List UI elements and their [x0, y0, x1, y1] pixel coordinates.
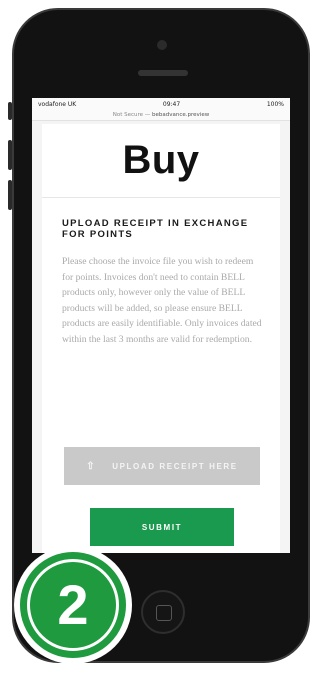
home-square-icon — [156, 605, 172, 621]
submit-button-label: SUBMIT — [141, 522, 183, 532]
divider — [42, 197, 280, 198]
volume-up-button — [8, 140, 12, 170]
section-heading: UPLOAD RECEIPT IN EXCHANGE FOR POINTS — [62, 218, 249, 240]
status-bar: vodafone UK 09:47 100% — [32, 98, 290, 110]
phone-screen: vodafone UK 09:47 100% Not Secure — beba… — [32, 98, 290, 553]
battery-label: 100% — [266, 100, 284, 108]
step-badge: 2 — [14, 546, 132, 664]
content-card: Buy UPLOAD RECEIPT IN EXCHANGE FOR POINT… — [42, 124, 280, 553]
mute-switch — [8, 102, 12, 120]
step-badge-fill: 2 — [20, 552, 126, 658]
earpiece-speaker — [138, 70, 188, 76]
clock-label: 09:47 — [162, 100, 181, 108]
upload-icon: ⇧ — [86, 460, 97, 472]
url-bar[interactable]: Not Secure — bebadvance.preview — [32, 110, 290, 121]
instructions-text: Please choose the invoice file you wish … — [62, 256, 262, 345]
url-host: bebadvance.preview — [152, 112, 210, 118]
upload-button-label: UPLOAD RECEIPT HERE — [112, 461, 238, 471]
submit-button[interactable]: SUBMIT — [90, 508, 234, 546]
security-label: Not Secure — — [112, 112, 151, 118]
carrier-label: vodafone UK — [38, 100, 77, 108]
upload-receipt-button[interactable]: ⇧ UPLOAD RECEIPT HERE — [64, 447, 260, 485]
page-title: Buy — [122, 138, 200, 182]
step-number: 2 — [27, 559, 119, 651]
volume-down-button — [8, 180, 12, 210]
front-camera — [157, 40, 167, 50]
home-button-icon[interactable] — [141, 590, 185, 634]
